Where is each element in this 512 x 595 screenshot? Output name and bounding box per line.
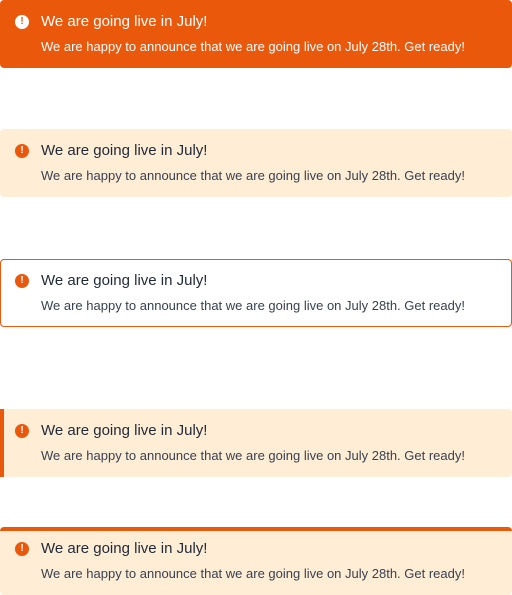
alert-message: We are happy to announce that we are goi… <box>41 168 465 183</box>
alert-left-accent: ! We are going live in July! We are happ… <box>0 409 512 477</box>
alert-solid: ! We are going live in July! We are happ… <box>0 0 512 68</box>
alert-message: We are happy to announce that we are goi… <box>41 566 465 581</box>
exclamation-circle-icon: ! <box>15 542 29 556</box>
exclamation-circle-icon: ! <box>15 144 29 158</box>
alert-title: We are going live in July! <box>41 540 208 557</box>
alert-title: We are going live in July! <box>41 13 208 30</box>
alert-outline: ! We are going live in July! We are happ… <box>0 259 512 327</box>
alert-title: We are going live in July! <box>41 272 208 289</box>
exclamation-circle-icon: ! <box>15 15 29 29</box>
alert-soft: ! We are going live in July! We are happ… <box>0 129 512 197</box>
alert-message: We are happy to announce that we are goi… <box>41 298 465 313</box>
alert-title: We are going live in July! <box>41 142 208 159</box>
alert-message: We are happy to announce that we are goi… <box>41 39 465 54</box>
alert-message: We are happy to announce that we are goi… <box>41 448 465 463</box>
exclamation-circle-icon: ! <box>15 424 29 438</box>
exclamation-circle-icon: ! <box>15 274 29 288</box>
alert-title: We are going live in July! <box>41 422 208 439</box>
alert-top-accent: ! We are going live in July! We are happ… <box>0 527 512 595</box>
